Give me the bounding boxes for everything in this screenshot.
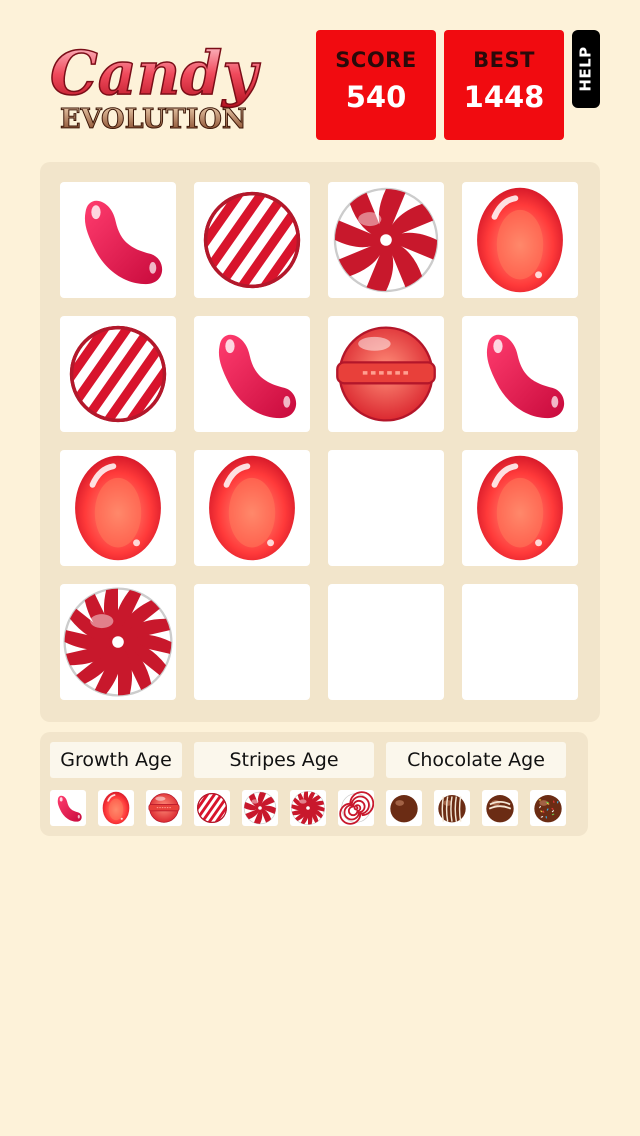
board-cell[interactable]: [60, 450, 176, 566]
board-cell[interactable]: [60, 182, 176, 298]
board-cell[interactable]: [462, 182, 578, 298]
chocolate-age-label: Chocolate Age: [386, 742, 566, 778]
striped-truffle-icon: [438, 795, 466, 823]
gumdrop-icon: [209, 455, 295, 561]
best-label: BEST: [473, 48, 535, 72]
board-cell[interactable]: [60, 316, 176, 432]
help-label: HELP: [577, 46, 596, 92]
candy-evolution-logo: Candy EVOLUTION: [46, 30, 276, 135]
board-cell[interactable]: [328, 316, 444, 432]
svg-text:EVOLUTION: EVOLUTION: [60, 104, 247, 135]
score-value: 540: [345, 80, 407, 114]
peppermint-icon: [243, 791, 277, 825]
sprinkle-truffle-icon: [534, 795, 562, 823]
swirl-peppermint-icon: [291, 791, 325, 825]
score-label: SCORE: [335, 48, 417, 72]
board-cell[interactable]: [462, 316, 578, 432]
jellybean-icon: [57, 795, 82, 822]
evolution-legend: Growth Age Stripes Age Chocolate Age: [40, 732, 588, 836]
evolution-step: [146, 790, 182, 826]
spiral-lollipop-icon: [339, 791, 374, 825]
evolution-step: [98, 790, 134, 826]
stripes-age-label: Stripes Age: [194, 742, 374, 778]
board-cell[interactable]: [60, 584, 176, 700]
board-cell[interactable]: [194, 450, 310, 566]
best-score-box: BEST 1448: [444, 30, 564, 140]
swirl-peppermint-icon: [63, 587, 173, 697]
board-cell[interactable]: [328, 182, 444, 298]
evolution-step: [290, 790, 326, 826]
gumdrop-icon: [477, 455, 563, 561]
evolution-step: [530, 790, 566, 826]
empty-cell[interactable]: [194, 584, 310, 700]
board-cell[interactable]: [194, 182, 310, 298]
evolution-step: [338, 790, 374, 826]
evolution-step: [50, 790, 86, 826]
evolution-step: [242, 790, 278, 826]
evolution-step: [194, 790, 230, 826]
striped-ball-icon: [194, 182, 310, 298]
growth-age-label: Growth Age: [50, 742, 182, 778]
empty-cell[interactable]: [328, 584, 444, 700]
board-cell[interactable]: [462, 450, 578, 566]
svg-text:Candy: Candy: [50, 39, 261, 109]
drizzle-truffle-icon: [486, 795, 514, 823]
evolution-step: [386, 790, 422, 826]
evolution-step: [482, 790, 518, 826]
empty-cell[interactable]: [328, 450, 444, 566]
peppermint-icon: [333, 187, 439, 293]
jellybean-icon: [84, 200, 163, 285]
score-box: SCORE 540: [316, 30, 436, 140]
jellybean-icon: [218, 334, 297, 419]
striped-ball-icon: [194, 790, 230, 826]
help-button[interactable]: HELP: [572, 30, 600, 108]
best-value: 1448: [463, 80, 545, 114]
chocolate-truffle-icon: [390, 795, 418, 823]
striped-ball-icon: [60, 316, 176, 432]
gumdrop-icon: [477, 187, 563, 293]
game-board[interactable]: [40, 162, 600, 722]
board-cell[interactable]: [194, 316, 310, 432]
jellybean-icon: [486, 334, 565, 419]
gumdrop-icon: [102, 791, 130, 825]
wrapped-ball-icon: [336, 326, 436, 422]
wrapped-ball-icon: [148, 793, 180, 823]
empty-cell[interactable]: [462, 584, 578, 700]
evolution-step: [434, 790, 470, 826]
gumdrop-icon: [75, 455, 161, 561]
